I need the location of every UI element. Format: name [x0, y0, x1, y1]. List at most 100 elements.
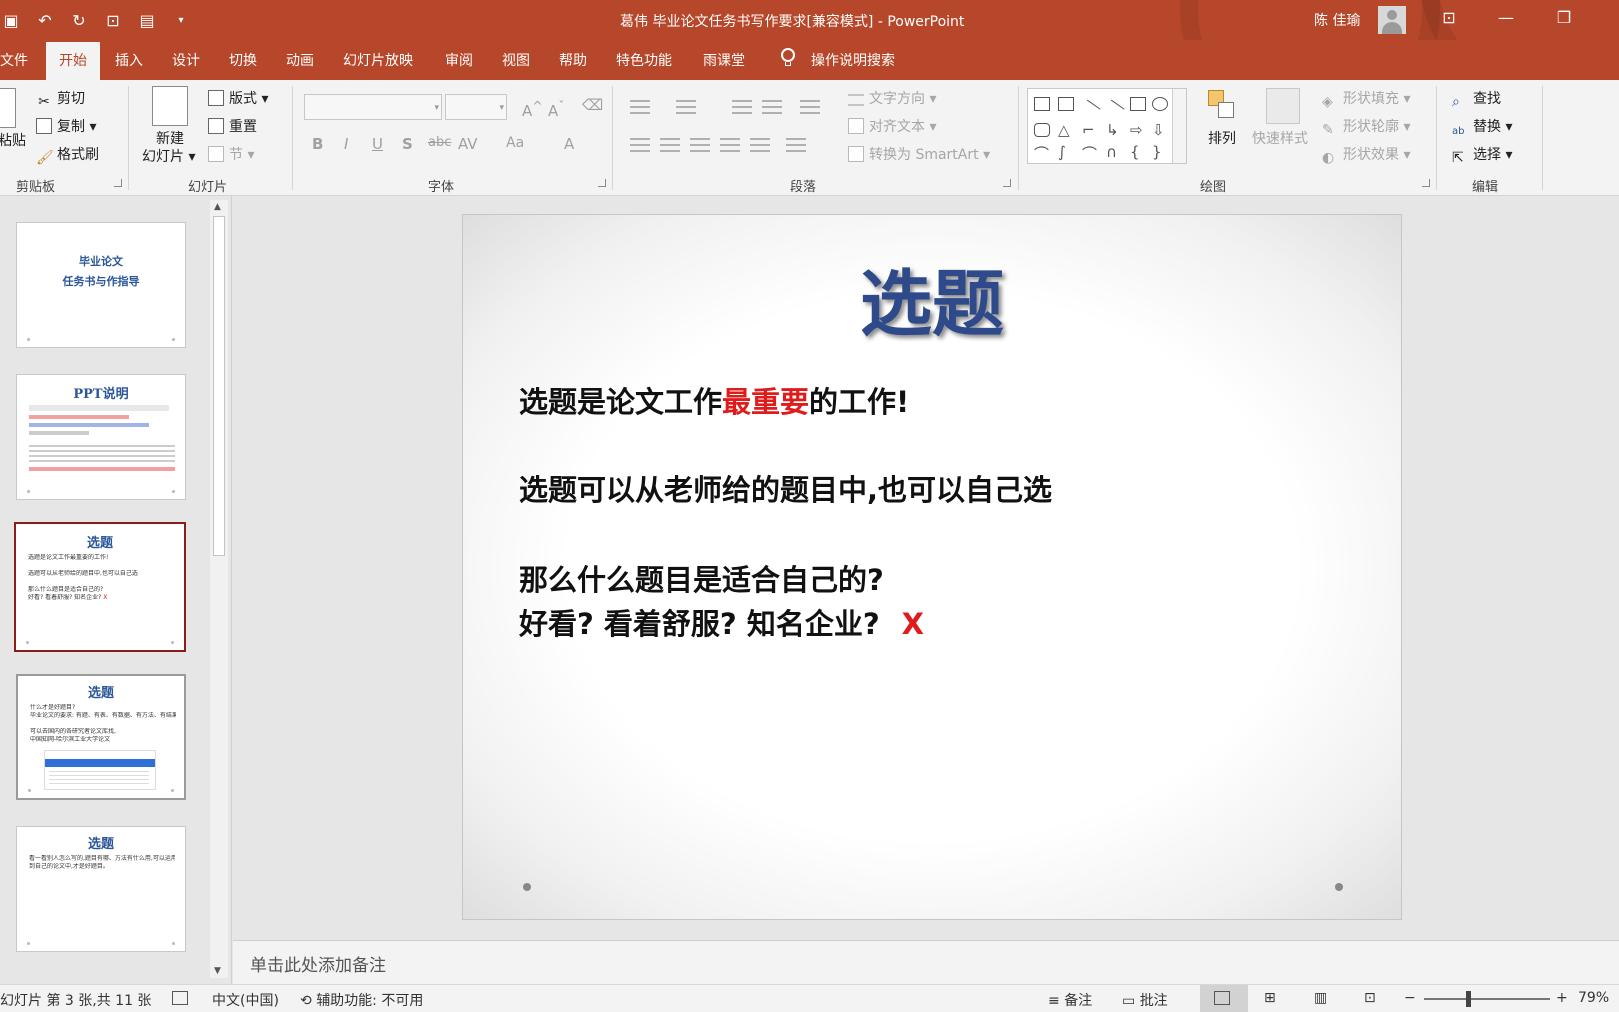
shape-outline-button[interactable]: ✎ 形状轮廓 ▾: [1322, 116, 1410, 138]
slide-body-line-3[interactable]: 那么什么题目是适合自己的?: [519, 557, 884, 599]
slide-body-line-1[interactable]: 选题是论文工作最重要的工作!: [519, 379, 909, 421]
tab-home[interactable]: 开始: [46, 42, 100, 80]
tab-insert[interactable]: 插入: [115, 50, 143, 70]
arc-shape-icon[interactable]: ⌒: [1082, 143, 1098, 163]
spell-check-icon[interactable]: [172, 991, 188, 1005]
font-size-combo[interactable]: ▾: [445, 94, 507, 120]
tab-design[interactable]: 设计: [172, 50, 200, 70]
select-button[interactable]: ⇱ 选择 ▾: [1452, 144, 1512, 166]
scribble-shape-icon[interactable]: ∫: [1058, 143, 1074, 161]
thumbnail-scrollbar[interactable]: ▲ ▼: [210, 200, 228, 978]
convert-smartart-button[interactable]: 转换为 SmartArt ▾: [848, 144, 990, 164]
rounded-rect-shape-icon[interactable]: [1034, 123, 1050, 137]
zoom-slider-handle[interactable]: [1466, 991, 1471, 1007]
section-button[interactable]: 节 ▾: [208, 144, 254, 164]
tab-view[interactable]: 视图: [502, 50, 530, 70]
drawing-launcher-icon[interactable]: [1422, 179, 1430, 187]
char-spacing-button[interactable]: AV: [458, 135, 478, 153]
normal-view-icon[interactable]: [1214, 991, 1230, 1005]
increase-indent-icon[interactable]: [762, 100, 782, 114]
quick-styles-icon[interactable]: [1266, 88, 1300, 124]
reset-button[interactable]: 重置: [208, 116, 257, 136]
replace-button[interactable]: ab 替换 ▾: [1452, 116, 1512, 142]
font-color-button[interactable]: A: [564, 135, 574, 153]
zoom-slider[interactable]: [1424, 998, 1550, 1000]
shapes-gallery-scrollbar[interactable]: [1172, 89, 1186, 163]
text-shadow-button[interactable]: S: [402, 135, 413, 153]
notes-toggle-button[interactable]: ≡ 备注: [1048, 990, 1092, 1010]
format-painter-button[interactable]: 🖌 格式刷: [36, 144, 99, 166]
change-case-button[interactable]: Aa: [506, 135, 524, 151]
slide-title[interactable]: 选题: [463, 245, 1401, 350]
grow-font-icon[interactable]: A^: [522, 98, 543, 120]
language-indicator[interactable]: 中文(中国): [212, 990, 279, 1010]
slide-thumbnail-3[interactable]: 选题 选题是论文工作最重要的工作! 选题可以从老师给的题目中,也可以自己选 那么…: [14, 522, 186, 652]
reading-view-icon[interactable]: ▥: [1314, 990, 1327, 1006]
justify-icon[interactable]: [720, 138, 740, 152]
paste-button[interactable]: 粘贴: [0, 130, 26, 150]
textbox-shape-icon[interactable]: [1034, 97, 1050, 111]
italic-button[interactable]: I: [344, 135, 348, 153]
align-vertical-icon[interactable]: [786, 138, 806, 152]
oval-shape-icon[interactable]: [1152, 97, 1168, 111]
scroll-down-icon[interactable]: ▼: [214, 966, 221, 976]
slide-body-line-4[interactable]: 好看? 看着舒服? 知名企业? X: [519, 601, 924, 643]
align-text-button[interactable]: 对齐文本 ▾: [848, 116, 936, 136]
triangle-shape-icon[interactable]: △: [1058, 121, 1074, 139]
new-slide-dropdown[interactable]: 幻灯片 ▾: [142, 146, 195, 166]
line-spacing-icon[interactable]: [800, 100, 820, 114]
layout-icon[interactable]: ▤: [136, 11, 158, 30]
text-direction-button[interactable]: 文字方向 ▾: [848, 88, 936, 108]
user-name[interactable]: 陈 佳瑜: [1314, 10, 1360, 30]
tab-animations[interactable]: 动画: [286, 50, 314, 70]
elbow-arrow-shape-icon[interactable]: ↳: [1106, 121, 1122, 139]
slide-thumbnail-2[interactable]: PPT说明: [16, 374, 186, 500]
shape-fill-button[interactable]: ◈ 形状填充 ▾: [1322, 88, 1410, 110]
comments-toggle-button[interactable]: ▭ 批注: [1122, 990, 1168, 1010]
font-launcher-icon[interactable]: [598, 179, 606, 187]
arrange-icon[interactable]: [1206, 88, 1238, 124]
undo-icon[interactable]: ↶: [34, 11, 56, 30]
tab-transitions[interactable]: 切换: [229, 50, 257, 70]
accessibility-status[interactable]: ⟲ 辅助功能: 不可用: [300, 990, 423, 1010]
vertical-textbox-shape-icon[interactable]: [1058, 97, 1074, 111]
zoom-out-button[interactable]: −: [1404, 990, 1416, 1006]
redo-icon[interactable]: ↻: [68, 11, 90, 30]
quick-styles-button[interactable]: 快速样式: [1252, 128, 1308, 148]
font-name-combo[interactable]: ▾: [304, 94, 442, 120]
notes-placeholder[interactable]: 单击此处添加备注: [250, 951, 386, 976]
numbering-icon[interactable]: [676, 100, 696, 114]
slide-thumbnail-5[interactable]: 选题 看一看别人怎么写的,题目有哪、方法有什么用,可以运用 到自己的论文中,才是…: [16, 826, 186, 952]
down-arrow-shape-icon[interactable]: ⇩: [1152, 121, 1168, 139]
bold-button[interactable]: B: [312, 135, 323, 153]
shrink-font-icon[interactable]: Aˇ: [548, 98, 565, 120]
paragraph-launcher-icon[interactable]: [1003, 179, 1011, 187]
avatar[interactable]: [1378, 6, 1406, 34]
left-brace-shape-icon[interactable]: {: [1130, 143, 1146, 161]
curve-shape-icon[interactable]: ∩: [1106, 143, 1122, 161]
align-right-icon[interactable]: [690, 138, 710, 152]
slide-counter[interactable]: 幻灯片 第 3 张,共 11 张: [0, 990, 151, 1010]
slide-body-line-2[interactable]: 选题可以从老师给的题目中,也可以自己选: [519, 467, 1052, 509]
elbow-connector-shape-icon[interactable]: ⌐: [1082, 121, 1098, 139]
line-shape-icon[interactable]: [1079, 99, 1101, 121]
copy-button[interactable]: 复制 ▾: [36, 116, 96, 136]
freeform-shape-icon[interactable]: ⌒: [1034, 143, 1050, 163]
shapes-gallery[interactable]: △ ⌐ ↳ ⇨ ⇩ ⌒ ∫ ⌒ ∩ { }: [1027, 88, 1187, 164]
scrollbar-thumb[interactable]: [213, 216, 225, 556]
rectangle-shape-icon[interactable]: [1130, 97, 1146, 111]
tab-help[interactable]: 帮助: [559, 50, 587, 70]
arrange-button[interactable]: 排列: [1208, 128, 1236, 148]
find-button[interactable]: ⌕ 查找: [1452, 88, 1501, 110]
align-center-icon[interactable]: [660, 138, 680, 152]
tab-special-features[interactable]: 特色功能: [616, 50, 672, 70]
tell-me-search[interactable]: 操作说明搜索: [811, 50, 895, 70]
columns-icon[interactable]: [750, 138, 770, 152]
present-icon[interactable]: ⊡: [102, 11, 124, 30]
tab-file[interactable]: 文件: [0, 50, 28, 70]
restore-icon[interactable]: ❐: [1552, 8, 1576, 27]
zoom-level[interactable]: 79%: [1578, 990, 1609, 1006]
zoom-in-button[interactable]: +: [1556, 990, 1568, 1006]
tab-rain-classroom[interactable]: 雨课堂: [703, 50, 745, 70]
slide-sorter-icon[interactable]: ⊞: [1264, 990, 1276, 1006]
